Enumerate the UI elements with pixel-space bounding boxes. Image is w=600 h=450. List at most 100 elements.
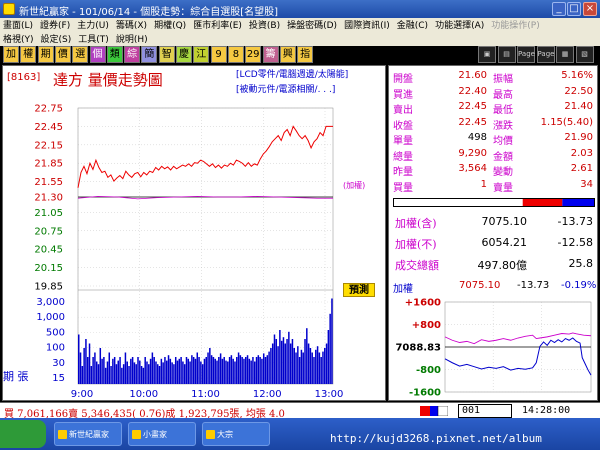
menu-item-row1-3[interactable]: 籌碼(X)	[116, 18, 147, 31]
menu-item-row1-9[interactable]: 金融(C)	[397, 18, 428, 31]
menu-row-main: 畫面(L) 證券(F) 主力(U) 籌碼(X) 期權(Q) 匯市利率(E) 投資(B) 操盤密…	[3, 18, 547, 31]
maximize-button[interactable]: □	[567, 2, 581, 16]
menu-item-row1-2[interactable]: 主力(U)	[77, 18, 109, 31]
volume-bar	[94, 352, 96, 384]
volume-bar	[165, 360, 168, 384]
app-icon	[3, 3, 15, 15]
volume-bar	[133, 362, 136, 384]
toolbar-page-button-4[interactable]: ▦	[556, 46, 574, 63]
menu-item-row1-4[interactable]: 期權(Q)	[154, 18, 186, 31]
quote-value: 22.40	[458, 85, 487, 97]
volume-bar	[121, 367, 123, 384]
volume-bar	[279, 330, 281, 384]
volume-bar	[250, 360, 252, 384]
window-icon	[206, 430, 215, 439]
mini-index-header: 加權 7075.10 -13.73 -0.19%	[389, 279, 599, 295]
menu-item-row2-3[interactable]: 說明(H)	[116, 32, 148, 45]
quote-label: 漲跌	[493, 120, 513, 132]
toolbar-button-14[interactable]: 29	[245, 46, 262, 63]
volume-bar	[110, 366, 112, 384]
price-tick-label: 20.15	[34, 263, 63, 274]
volume-bar	[97, 364, 100, 384]
toolbar-button-12[interactable]: 9	[210, 46, 227, 63]
toolbar-button-2[interactable]: 期	[37, 46, 54, 63]
close-button[interactable]: ×	[583, 2, 597, 16]
index-value: 6054.21	[481, 236, 528, 249]
menu-item-row1-7[interactable]: 操盤密碼(D)	[287, 18, 337, 31]
clock: 14:28:00	[522, 405, 571, 416]
toolbar-button-3[interactable]: 價	[54, 46, 71, 63]
volume-bar	[187, 358, 190, 384]
quote-label: 最高	[493, 89, 513, 101]
index-mini-chart[interactable]: +1600 +800 7088.83 -800 -1600	[393, 296, 595, 398]
toolbar-button-17[interactable]: 指	[297, 46, 314, 63]
toolbar-page-button-5[interactable]: ▧	[575, 46, 594, 63]
menu-item-row1-1[interactable]: 證券(F)	[40, 18, 70, 31]
volume-bar	[81, 366, 84, 384]
quote-value: 5.16%	[561, 70, 593, 81]
quote-label: 開盤	[393, 74, 413, 85]
volume-bar	[293, 348, 295, 384]
menu-item-row1-5[interactable]: 匯市利率(E)	[193, 18, 242, 31]
menu-item-row2-0[interactable]: 格視(Y)	[3, 32, 34, 45]
menu-item-row2-1[interactable]: 設定(S)	[41, 32, 72, 45]
volume-bar	[284, 343, 287, 384]
toolbar-button-6[interactable]: 類	[106, 46, 123, 63]
toolbar-button-4[interactable]: 選	[72, 46, 89, 63]
volume-bar	[92, 357, 94, 384]
volume-bar	[270, 348, 272, 384]
volume-bar	[289, 343, 292, 384]
taskbar: 新世紀贏家 小畫家 大宗 http://kujd3268.pixnet.net/al…	[0, 418, 600, 450]
toolbar-page-button-3[interactable]: Page	[536, 46, 555, 63]
index-row: 加權(不) 6054.21 -12.58	[389, 235, 599, 251]
quote-row: 開盤 21.60 振幅 5.16%	[389, 70, 599, 85]
toolbar-button-15[interactable]: 籌	[262, 46, 279, 63]
taskbar-item[interactable]: 新世紀贏家	[54, 422, 122, 446]
toolbar-button-9[interactable]: 智	[158, 46, 175, 63]
toolbar-button-11[interactable]: 江	[193, 46, 210, 63]
toolbar-button-5[interactable]: 個	[89, 46, 106, 63]
volume-bar	[86, 357, 89, 384]
volume-bar	[236, 357, 238, 384]
menu-item-row1-11[interactable]: 功能操作(P)	[491, 18, 539, 31]
taskbar-item[interactable]: 小畫家	[128, 422, 196, 446]
volume-bar	[117, 360, 120, 384]
toolbar-button-0[interactable]: 加	[3, 46, 19, 63]
menu-item-row1-10[interactable]: 功能選擇(A)	[435, 18, 484, 31]
volume-tick-label: 500	[46, 327, 65, 338]
taskbar-item-label: 小畫家	[143, 430, 167, 439]
toolbar-page-button-1[interactable]: ▤	[497, 46, 516, 63]
index-label: 加權(含)	[395, 217, 437, 230]
volume-bar	[298, 357, 301, 384]
price-line	[77, 125, 333, 188]
volume-bar	[329, 313, 331, 384]
toolbar-button-7[interactable]: 綜	[124, 46, 141, 63]
chart-canvas[interactable]: 22.75 22.45 22.15 21.85 21.55 21.30 21.05 20.75…	[3, 66, 386, 401]
toolbar-page-button-2[interactable]: Page	[517, 46, 535, 63]
toolbar-button-8[interactable]: 簡	[141, 46, 158, 63]
menu-item-row1-6[interactable]: 投資(B)	[249, 18, 280, 31]
menu-item-row1-0[interactable]: 畫面(L)	[3, 18, 33, 31]
volume-bar	[153, 357, 155, 384]
volume-bar	[103, 357, 105, 384]
quote-label: 昨量	[393, 167, 413, 178]
start-button[interactable]	[0, 420, 46, 448]
command-input[interactable]: 001	[458, 404, 512, 418]
menu-item-row2-2[interactable]: 工具(T)	[78, 32, 109, 45]
taskbar-item[interactable]: 大宗	[202, 422, 270, 446]
volume-bar	[246, 355, 249, 384]
minimize-button[interactable]: _	[552, 2, 566, 16]
forecast-badge[interactable]: 預測	[343, 283, 375, 297]
toolbar-button-1[interactable]: 權	[20, 46, 37, 63]
toolbar-button-16[interactable]: 興	[279, 46, 296, 63]
volume-bar	[104, 367, 107, 384]
menu-item-row1-8[interactable]: 國際資訊(I)	[344, 18, 390, 31]
price-tick-label: 20.45	[34, 245, 63, 256]
volume-bar	[201, 364, 204, 384]
toolbar-page-button-0[interactable]: ▣	[478, 46, 496, 63]
strength-flag-icon	[420, 406, 448, 416]
toolbar-button-10[interactable]: 慶	[176, 46, 192, 63]
toolbar-button-13[interactable]: 8	[227, 46, 244, 63]
volume-bar	[171, 362, 173, 384]
volume-bar	[325, 343, 328, 384]
